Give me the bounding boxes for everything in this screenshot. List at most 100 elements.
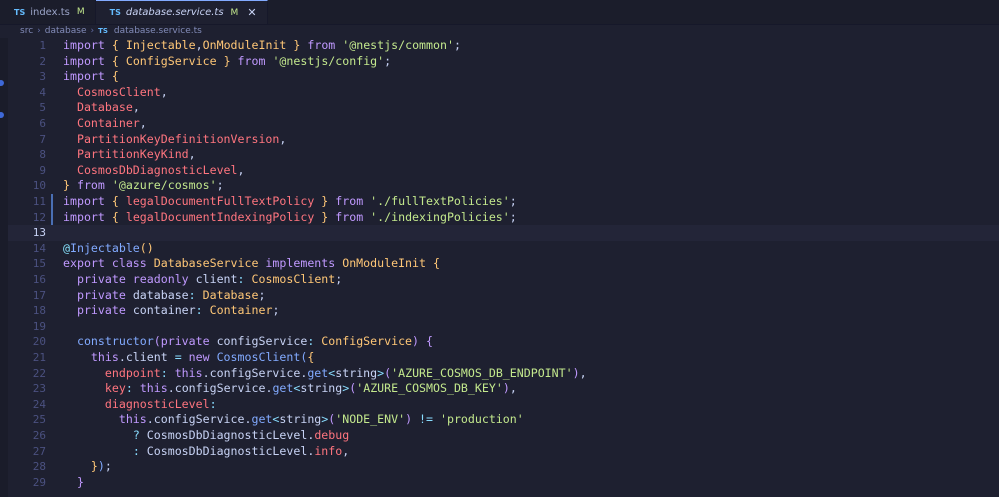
- tab-database-service-ts[interactable]: TS database.service.ts M ✕: [95, 0, 268, 24]
- code-text: export class DatabaseService implements …: [63, 256, 440, 271]
- code-line[interactable]: 11 import { legalDocumentFullTextPolicy }…: [8, 194, 999, 210]
- breadcrumb: src › database › TS database.service.ts: [0, 24, 999, 38]
- code-text: Container,: [76, 116, 147, 130]
- tab-label: index.ts: [30, 6, 70, 18]
- code-line[interactable]: 22 endpoint: this.configService.get<stri…: [8, 366, 999, 382]
- line-number: 9: [39, 163, 46, 177]
- code-line[interactable]: 1 import { Injectable,OnModuleInit } from…: [8, 38, 999, 54]
- line-number: 20: [32, 335, 46, 349]
- line-number: 17: [32, 288, 46, 302]
- code-text: this.client = new CosmosClient({: [90, 350, 315, 364]
- line-number: 25: [32, 413, 46, 427]
- line-number: 24: [32, 397, 46, 411]
- code-line[interactable]: 17 private database: Database;: [8, 288, 999, 304]
- tab-index-ts[interactable]: TS index.ts M: [0, 0, 96, 24]
- code-line[interactable]: 6 Container,: [8, 116, 999, 132]
- tab-label: database.service.ts: [125, 7, 224, 18]
- line-number: 26: [32, 429, 46, 442]
- code-line[interactable]: 15 export class DatabaseService implement…: [8, 256, 999, 272]
- code-line[interactable]: 19: [8, 319, 999, 335]
- line-number: 8: [39, 148, 46, 162]
- code-line[interactable]: 21 this.client = new CosmosClient({: [8, 350, 999, 366]
- code-text: endpoint: this.configService.get<string>…: [104, 365, 587, 380]
- code-line[interactable]: 26 ? CosmosDbDiagnosticLevel.debug: [8, 428, 999, 444]
- code-line[interactable]: 29 }: [8, 475, 999, 491]
- modified-badge: M: [76, 7, 85, 17]
- line-number: 13: [32, 226, 46, 240]
- code-line[interactable]: 13: [8, 225, 999, 241]
- code-line[interactable]: 10} from '@azure/cosmos';: [8, 178, 999, 194]
- code-text: ? CosmosDbDiagnosticLevel.debug: [132, 428, 350, 442]
- line-number: 22: [32, 366, 46, 380]
- code-line[interactable]: 7 PartitionKeyDefinitionVersion,: [8, 132, 999, 148]
- line-number: 7: [39, 132, 46, 146]
- code-text: } from '@azure/cosmos';: [63, 178, 224, 193]
- code-text: this.configService.get<string>('NODE_ENV…: [118, 412, 524, 427]
- code-text: Database,: [76, 100, 140, 115]
- breakpoint-indicator[interactable]: [0, 80, 4, 86]
- code-text: import { Injectable,OnModuleInit } from …: [63, 38, 461, 52]
- code-line[interactable]: 23 key: this.configService.get<string>('…: [8, 381, 999, 397]
- code-text: CosmosDbDiagnosticLevel,: [76, 162, 245, 177]
- line-number: 3: [39, 70, 46, 84]
- code-text: });: [90, 459, 112, 474]
- code-text: }: [76, 474, 84, 489]
- code-line[interactable]: 3 import {: [8, 69, 999, 85]
- code-text: import { legalDocumentFullTextPolicy } f…: [63, 194, 517, 208]
- line-number: 29: [32, 475, 46, 489]
- line-number: 21: [32, 351, 46, 364]
- activity-gutter: [0, 38, 8, 497]
- breakpoint-indicator[interactable]: [0, 112, 4, 118]
- line-number: 2: [39, 54, 46, 68]
- breadcrumb-item-src[interactable]: src: [20, 26, 33, 36]
- code-line[interactable]: 25 this.configService.get<string>('NODE_…: [8, 412, 999, 428]
- code-line[interactable]: 20 constructor(private configService: Co…: [8, 334, 999, 350]
- git-modified-marker: [51, 194, 53, 210]
- code-text: import { legalDocumentIndexingPolicy } f…: [63, 209, 517, 224]
- code-text: @Injectable(): [63, 240, 154, 255]
- line-number: 15: [32, 257, 46, 271]
- code-line[interactable]: 2 import { ConfigService } from '@nestjs/…: [8, 54, 999, 70]
- close-icon[interactable]: ✕: [247, 6, 256, 19]
- code-line[interactable]: 4 CosmosClient,: [8, 85, 999, 101]
- typescript-icon: TS: [109, 8, 121, 17]
- line-number: 18: [32, 304, 46, 318]
- git-modified-marker: [51, 209, 53, 226]
- line-number: 12: [32, 210, 46, 224]
- line-number: 6: [39, 117, 46, 130]
- tab-bar: TS index.ts M TS database.service.ts M ✕: [0, 0, 999, 25]
- code-text: CosmosClient,: [76, 84, 168, 99]
- modified-badge: M: [230, 7, 239, 18]
- line-number: 11: [32, 195, 46, 208]
- code-line[interactable]: 18 private container: Container;: [8, 303, 999, 319]
- code-text: private database: Database;: [76, 287, 266, 302]
- line-number: 14: [32, 241, 46, 255]
- code-line[interactable]: 14 @Injectable(): [8, 241, 999, 257]
- code-text: PartitionKeyKind,: [76, 147, 196, 162]
- code-line[interactable]: 9 CosmosDbDiagnosticLevel,: [8, 163, 999, 179]
- line-number: 28: [32, 460, 46, 474]
- code-editor[interactable]: 1 import { Injectable,OnModuleInit } from…: [8, 38, 999, 497]
- code-text: import { ConfigService } from '@nestjs/c…: [63, 53, 392, 68]
- breadcrumb-item-database[interactable]: database: [45, 26, 87, 36]
- code-line[interactable]: 12 import { legalDocumentIndexingPolicy }…: [8, 209, 999, 226]
- code-line[interactable]: 8 PartitionKeyKind,: [8, 147, 999, 163]
- code-line[interactable]: 27 : CosmosDbDiagnosticLevel.info,: [8, 444, 999, 460]
- breadcrumb-item-file[interactable]: database.service.ts: [114, 26, 202, 36]
- code-text: : CosmosDbDiagnosticLevel.info,: [132, 443, 350, 458]
- line-number: 1: [39, 39, 46, 52]
- code-text: import {: [63, 69, 119, 84]
- code-text: diagnosticLevel:: [104, 396, 217, 411]
- code-line[interactable]: 28 });: [8, 459, 999, 475]
- line-number: 27: [32, 444, 46, 458]
- code-text: key: this.configService.get<string>('AZU…: [104, 381, 517, 396]
- code-text: PartitionKeyDefinitionVersion,: [76, 131, 287, 146]
- code-line[interactable]: 24 diagnosticLevel:: [8, 397, 999, 413]
- line-number: 16: [32, 273, 46, 286]
- typescript-icon: TS: [98, 27, 108, 35]
- chevron-right-icon: ›: [37, 26, 41, 36]
- line-number: 4: [39, 85, 46, 99]
- code-line[interactable]: 16 private readonly client: CosmosClient…: [8, 272, 999, 288]
- code-line[interactable]: 5 Database,: [8, 100, 999, 116]
- code-text: constructor(private configService: Confi…: [76, 334, 433, 349]
